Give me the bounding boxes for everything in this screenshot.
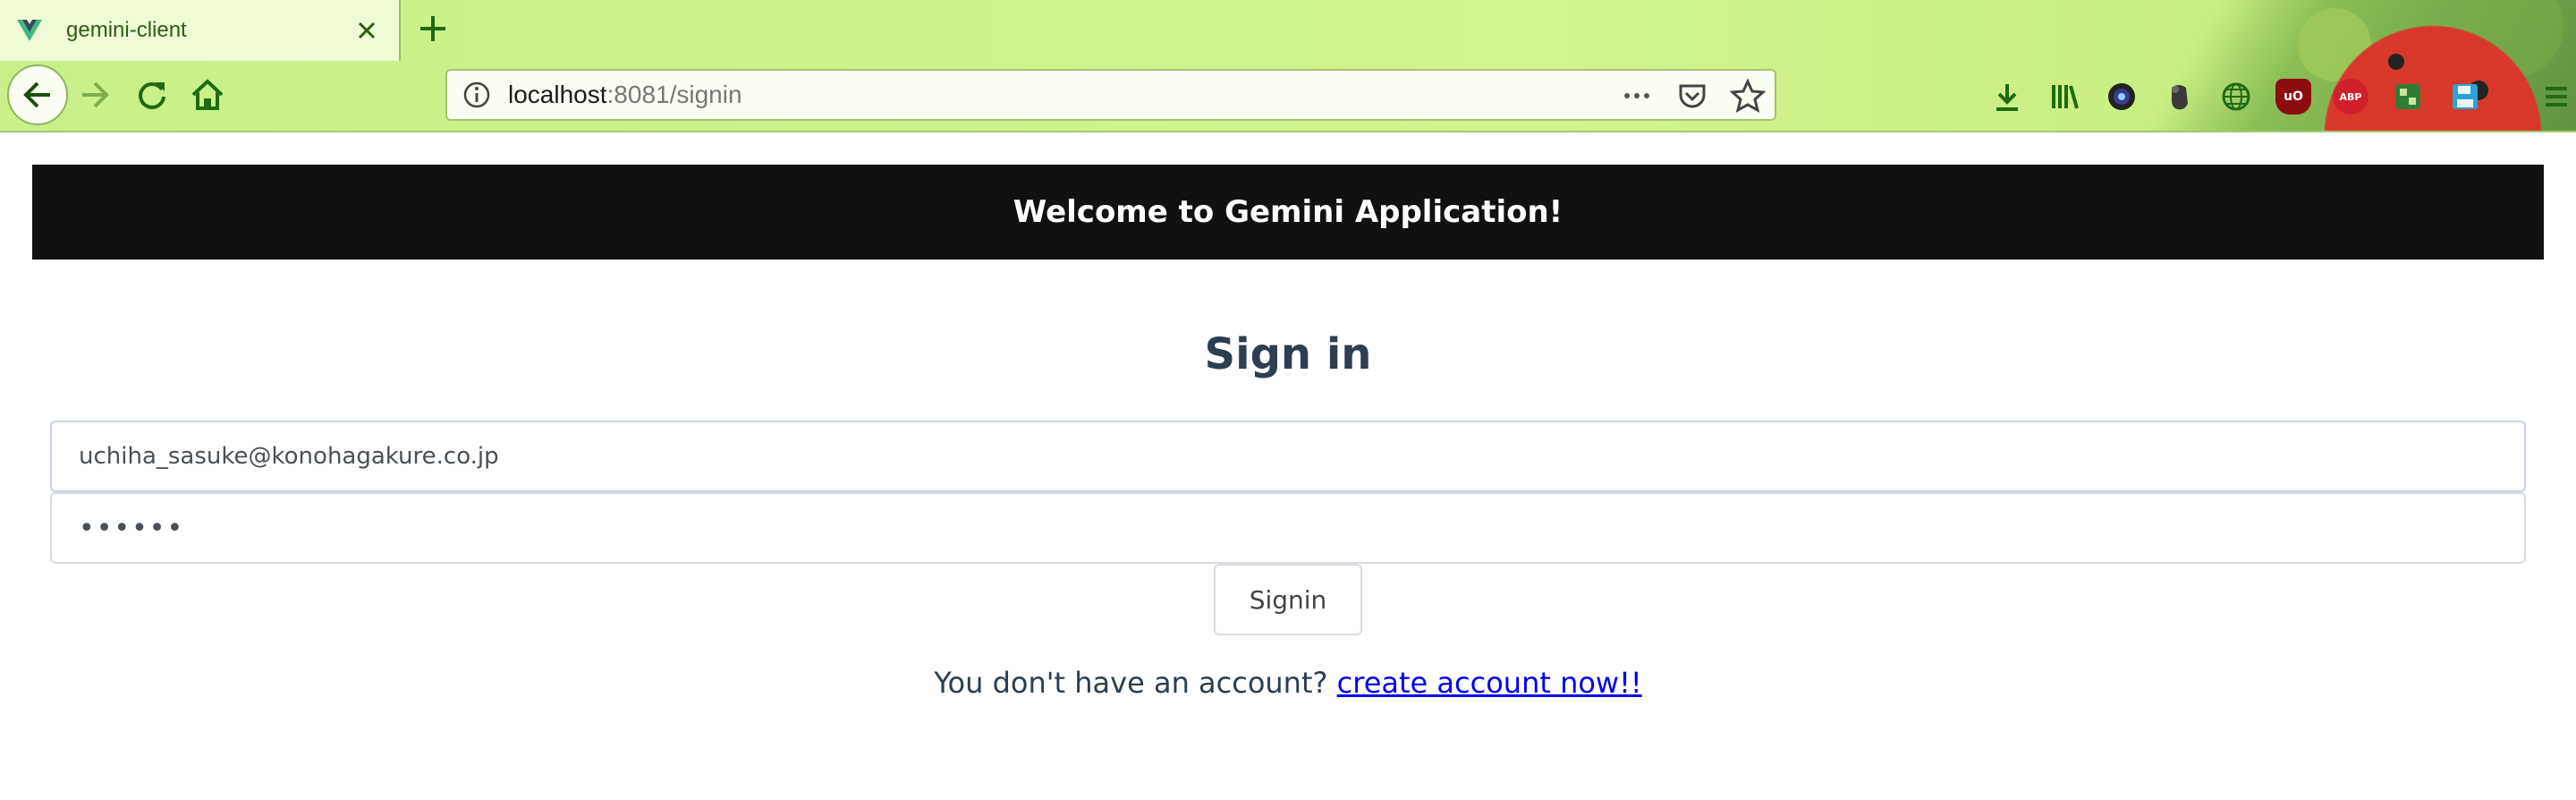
home-icon	[191, 79, 224, 110]
nav-bar: localhost :8081/signin uO ABP	[0, 61, 2576, 131]
extension-icon[interactable]	[2390, 79, 2426, 115]
camera-extension-icon[interactable]	[2104, 79, 2140, 115]
url-host: localhost	[508, 81, 607, 108]
url-path: :8081/signin	[606, 81, 742, 108]
tab-gemini-client[interactable]: gemini-client	[0, 0, 401, 61]
reload-icon	[139, 82, 165, 109]
forward-button[interactable]	[75, 75, 114, 115]
close-icon[interactable]	[351, 14, 383, 47]
signup-prompt: You don't have an account? create accoun…	[0, 666, 2576, 700]
pocket-icon[interactable]	[1674, 78, 1710, 114]
back-button[interactable]	[7, 64, 68, 125]
home-button[interactable]	[188, 75, 227, 115]
page-content: Welcome to Gemini Application! Sign in S…	[0, 132, 2576, 800]
page-title: Sign in	[1204, 329, 1372, 379]
adblock-icon[interactable]: ABP	[2333, 79, 2368, 115]
signup-prompt-text: You don't have an account?	[934, 666, 1328, 700]
save-icon[interactable]	[2447, 79, 2483, 115]
page-actions-icon[interactable]	[1619, 78, 1655, 114]
address-bar[interactable]: localhost :8081/signin	[445, 69, 1776, 121]
library-icon[interactable]	[2046, 79, 2082, 115]
ublock-icon[interactable]: uO	[2275, 79, 2311, 115]
reload-button[interactable]	[132, 75, 172, 115]
evernote-icon[interactable]	[2161, 79, 2197, 115]
password-field[interactable]	[50, 492, 2526, 564]
back-arrow-icon	[23, 81, 50, 108]
banner-text: Welcome to Gemini Application!	[1013, 194, 1563, 230]
create-account-link[interactable]: create account now!!	[1337, 666, 1642, 700]
info-icon[interactable]	[462, 80, 492, 110]
ublock-label: uO	[2284, 89, 2303, 104]
new-tab-icon[interactable]	[413, 9, 453, 48]
download-icon[interactable]	[1989, 79, 2025, 115]
menu-icon[interactable]	[2538, 79, 2574, 115]
adblock-label: ABP	[2339, 90, 2362, 103]
toolbar-extensions: uO ABP	[1989, 72, 2576, 122]
tab-bar: gemini-client	[0, 0, 2576, 61]
email-field[interactable]	[50, 421, 2526, 492]
vue-logo-icon	[17, 20, 42, 41]
globe-extension-icon[interactable]	[2218, 79, 2254, 115]
bookmark-star-icon[interactable]	[1730, 78, 1766, 114]
browser-chrome: gemini-client localhost:8081/signin uO …	[0, 0, 2576, 132]
signin-button[interactable]: Signin	[1214, 564, 1362, 635]
url-actions	[1619, 76, 1766, 115]
tab-title: gemini-client	[66, 18, 187, 42]
welcome-banner: Welcome to Gemini Application!	[32, 165, 2544, 260]
forward-arrow-icon	[82, 81, 109, 108]
